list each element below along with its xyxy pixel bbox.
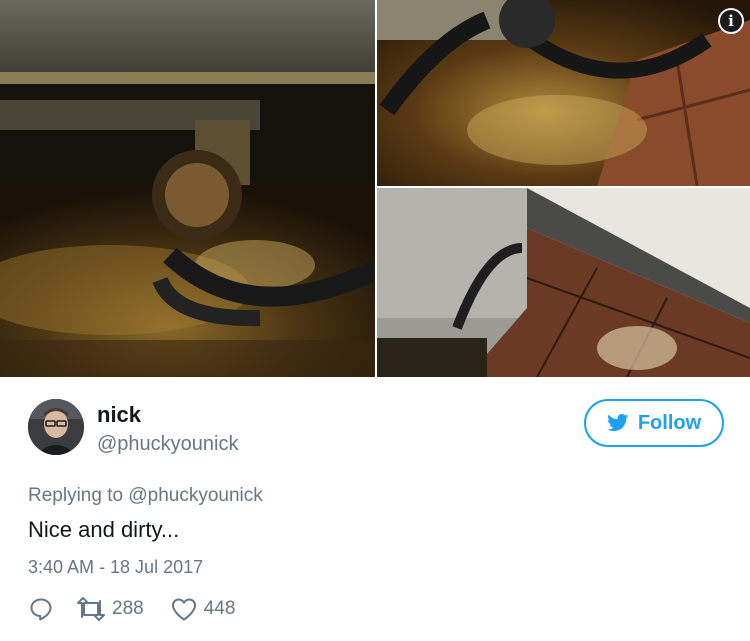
heart-icon — [171, 598, 196, 621]
retweet-button[interactable]: 288 — [76, 596, 144, 622]
reply-icon — [30, 598, 52, 621]
replying-to-mention[interactable]: @phuckyounick — [128, 485, 262, 506]
retweet-count: 288 — [112, 598, 144, 619]
user-handle[interactable]: @phuckyounick — [97, 433, 238, 456]
info-icon[interactable]: i — [718, 8, 744, 34]
tweet-timestamp[interactable]: 3:40 AM - 18 Jul 2017 — [28, 557, 203, 578]
display-name[interactable]: nick — [97, 402, 141, 428]
retweet-icon — [77, 597, 105, 621]
follow-button-label: Follow — [637, 411, 702, 434]
media-photo-1[interactable] — [0, 0, 375, 377]
follow-button[interactable]: Follow — [584, 399, 724, 447]
like-button[interactable]: 448 — [170, 596, 236, 622]
replying-to: Replying to @phuckyounick — [28, 485, 263, 507]
media-photo-3[interactable] — [377, 188, 750, 377]
reply-button[interactable] — [28, 596, 54, 622]
tweet-media-grid: i — [0, 0, 750, 377]
tweet-actions: 288 448 — [28, 594, 235, 624]
twitter-bird-icon — [606, 414, 629, 432]
tweet-text: Nice and dirty... — [28, 517, 180, 542]
like-count: 448 — [203, 598, 236, 619]
replying-to-prefix: Replying to — [28, 485, 129, 506]
avatar[interactable] — [28, 399, 84, 455]
media-photo-2[interactable]: i — [377, 0, 750, 186]
